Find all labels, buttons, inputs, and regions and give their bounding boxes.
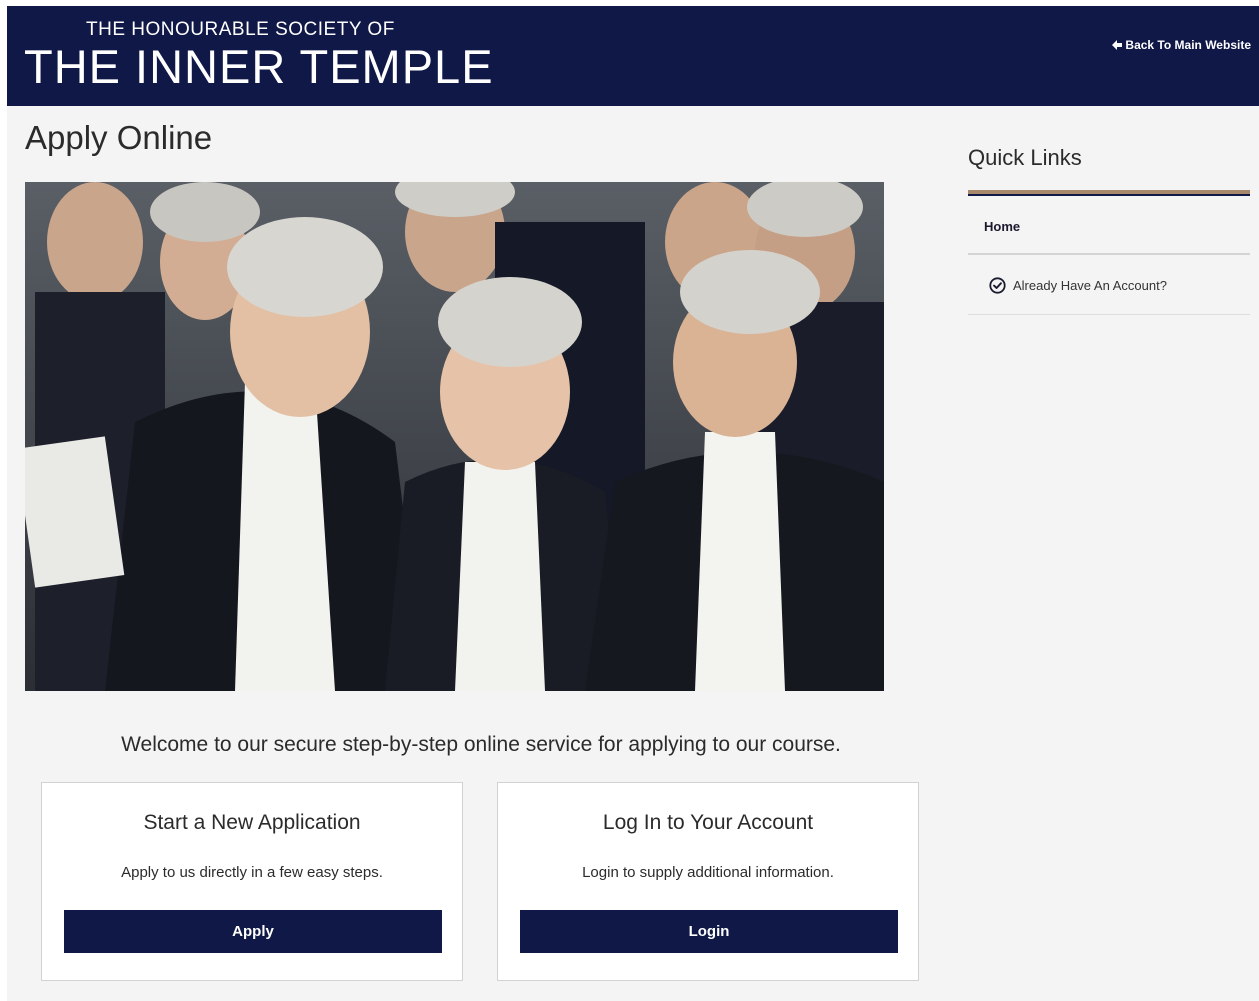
brand-logo[interactable]: THE INNER TEMPLE xyxy=(24,40,494,94)
quick-link-home-label: Home xyxy=(984,219,1021,234)
arrow-left-icon xyxy=(1112,40,1123,50)
site-header: THE HONOURABLE SOCIETY OF THE INNER TEMP… xyxy=(7,6,1259,106)
back-to-main-website-link[interactable]: Back To Main Website xyxy=(1111,38,1251,52)
welcome-text: Welcome to our secure step-by-step onlin… xyxy=(121,733,841,756)
check-circle-icon xyxy=(989,276,1006,294)
quick-links-divider xyxy=(968,190,1250,196)
page-title: Apply Online xyxy=(25,119,213,156)
login-button[interactable]: Login xyxy=(520,910,898,953)
quick-links-title: Quick Links xyxy=(968,145,1082,170)
quick-link-home[interactable]: Home xyxy=(968,197,1250,255)
apply-button[interactable]: Apply xyxy=(64,910,442,953)
hero-illustration xyxy=(25,182,884,691)
brand-subtitle: THE HONOURABLE SOCIETY OF xyxy=(86,19,395,40)
login-description: Login to supply additional information. xyxy=(582,864,834,881)
back-link-label: Back To Main Website xyxy=(1125,38,1251,52)
new-application-description: Apply to us directly in a few easy steps… xyxy=(121,864,383,881)
quick-link-account-label: Already Have An Account? xyxy=(1013,277,1167,293)
quick-link-already-have-account[interactable]: Already Have An Account? xyxy=(968,256,1250,315)
new-application-title: Start a New Application xyxy=(143,811,361,834)
new-application-card: Start a New Application Apply to us dire… xyxy=(41,782,463,981)
page: THE HONOURABLE SOCIETY OF THE INNER TEMP… xyxy=(7,6,1259,1001)
hero-photo xyxy=(25,182,884,691)
login-title: Log In to Your Account xyxy=(602,811,814,834)
login-card: Log In to Your Account Login to supply a… xyxy=(497,782,919,981)
